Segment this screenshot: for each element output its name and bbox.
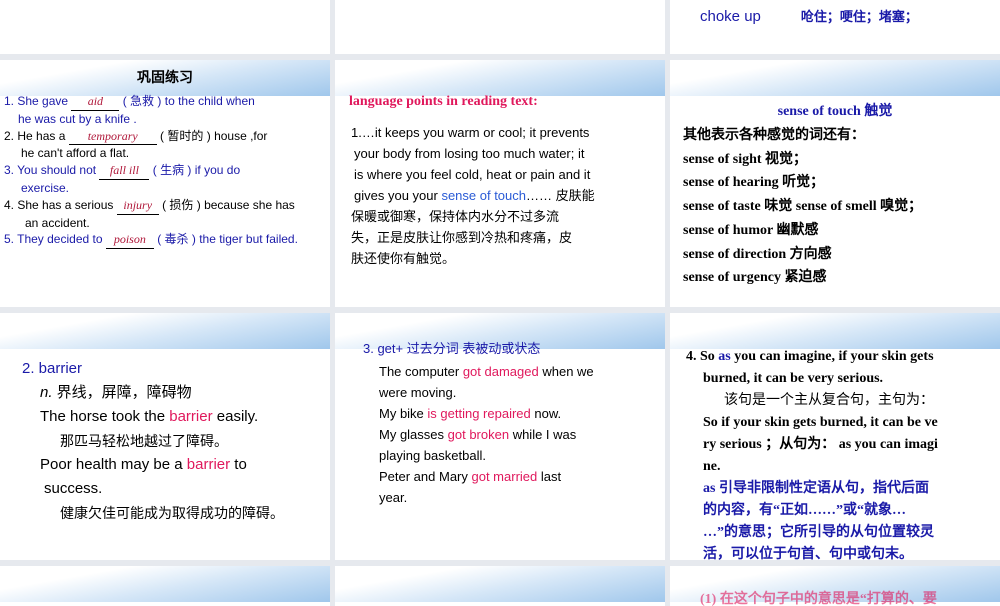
slide-body: 2. barrier n. 界线，屏障，障碍物 The horse took t… <box>22 360 284 521</box>
slide-thumbnail[interactable]: 2. barrier n. 界线，屏障，障碍物 The horse took t… <box>0 313 330 560</box>
slide-thumbnail[interactable]: choke up 呛住；哽住；堵塞； <box>670 0 1000 54</box>
exercise-list: 1. She gave aid ( 急救 ) to the child when… <box>4 93 298 250</box>
slide-thumbnail[interactable] <box>0 566 330 606</box>
slide-body: 4. So as you can imagine, if your skin g… <box>686 349 938 560</box>
slide-thumbnail[interactable] <box>0 0 330 54</box>
slide-thumbnail[interactable]: (1) 在这个句子中的意思是“打算的、要 <box>670 566 1000 606</box>
slide-thumbnail[interactable]: language points in reading text: 1.…it k… <box>335 60 665 307</box>
slide-body: 其他表示各种感觉的词还有： sense of sight 视觉； sense of… <box>683 128 923 286</box>
slide-title: sense of touch 触觉 <box>777 104 893 119</box>
slide-title: 3. get+ 过去分词 表被动或状态 <box>363 341 541 356</box>
slide-body: 1.…it keeps you warm or cool; it prevent… <box>351 125 595 266</box>
slide-body: The computer got damaged when we were mo… <box>379 364 594 505</box>
slide-thumbnail[interactable] <box>335 566 665 606</box>
slide-thumbnail[interactable] <box>335 0 665 54</box>
slide-title: 巩固练习 <box>137 69 193 85</box>
slide-thumbnail[interactable]: 3. get+ 过去分词 表被动或状态 The computer got dam… <box>335 313 665 560</box>
slide-thumbnail[interactable]: 巩固练习 1. She gave aid ( 急救 ) to the child… <box>0 60 330 307</box>
slide-thumbnail[interactable]: 4. So as you can imagine, if your skin g… <box>670 313 1000 560</box>
slide-text: choke up 呛住；哽住；堵塞； <box>700 8 918 25</box>
slide-heading: language points in reading text: <box>349 94 538 109</box>
slide-thumbnail[interactable]: sense of touch 触觉 其他表示各种感觉的词还有： sense of… <box>670 60 1000 307</box>
slide-text: (1) 在这个句子中的意思是“打算的、要 <box>700 592 937 606</box>
